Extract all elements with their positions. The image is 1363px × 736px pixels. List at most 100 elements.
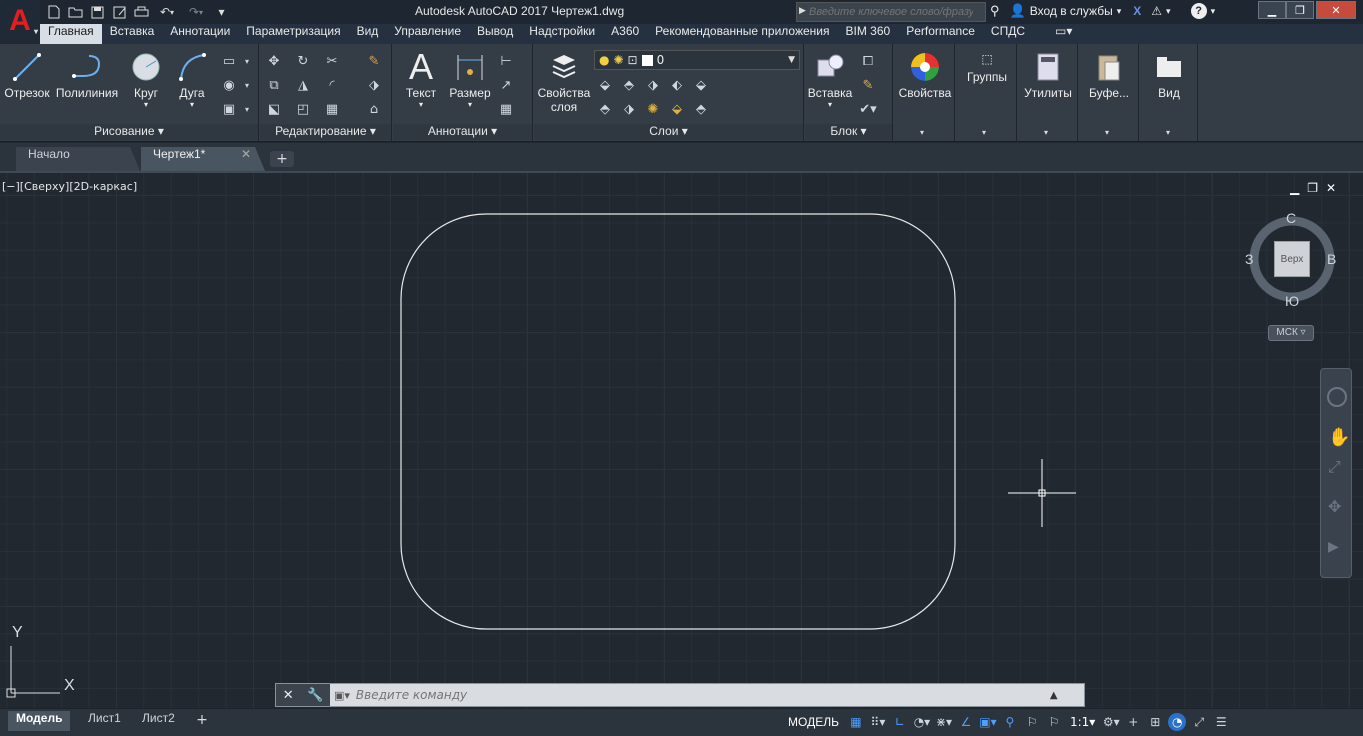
layer-tool-icon[interactable]: ⬗	[644, 76, 662, 94]
grid-icon[interactable]: ▦	[847, 711, 865, 733]
isodraft-icon[interactable]: ⋇▾	[935, 711, 953, 733]
exchange-icon[interactable]: X	[1133, 4, 1141, 18]
workspace-icon[interactable]: ⊞	[1146, 711, 1164, 733]
move-icon[interactable]: ✥	[265, 52, 283, 70]
layer-tool-icon[interactable]: ⬘	[692, 100, 710, 118]
minimize-button[interactable]: ▁	[1258, 1, 1286, 19]
edit-block-icon[interactable]: ✎	[859, 76, 877, 94]
layer-dropdown[interactable]: ● ✺ ⊡ 0 ▼	[594, 50, 800, 70]
annotation-scale-icon[interactable]: ⚲	[1001, 711, 1019, 733]
create-block-icon[interactable]: ⧠	[859, 52, 877, 70]
compass-east[interactable]: В	[1327, 251, 1336, 267]
layer-tool-icon[interactable]: ✺	[644, 100, 662, 118]
dimension-button[interactable]: Размер ▾	[447, 50, 493, 109]
scale-icon[interactable]: ◰	[294, 100, 312, 118]
panel-clipboard[interactable]: Буфе... ▾	[1079, 44, 1139, 142]
close-button[interactable]: ✕	[1316, 1, 1356, 19]
panel-block-title[interactable]: Блок ▾	[805, 124, 892, 140]
binoculars-icon[interactable]: ⚲	[990, 3, 1000, 19]
compass-south[interactable]: Ю	[1285, 293, 1299, 309]
properties-button[interactable]: Свойства	[898, 50, 952, 100]
close-icon[interactable]: ✕	[283, 688, 294, 703]
minimize-icon[interactable]: ▁	[1290, 181, 1299, 195]
gear-icon[interactable]: ⚙▾	[1102, 711, 1120, 733]
new-tab-button[interactable]: +	[270, 151, 294, 167]
view-button[interactable]: Вид	[1142, 50, 1196, 100]
zoom-icon[interactable]: ⤢	[1328, 457, 1341, 477]
array-icon[interactable]: ▦	[323, 100, 341, 118]
region-icon[interactable]: ▣	[220, 100, 238, 118]
customize-qat-icon[interactable]: ▾	[212, 4, 231, 21]
save-icon[interactable]	[88, 4, 107, 21]
erase-icon[interactable]: ✎	[365, 52, 383, 70]
groups-button[interactable]: ⬚ Группы	[960, 50, 1014, 84]
scale-dropdown[interactable]: 1:1 ▾	[1067, 711, 1098, 733]
layer-tool-icon[interactable]: ⬖	[668, 76, 686, 94]
plus-icon[interactable]: +	[1124, 711, 1142, 733]
open-icon[interactable]	[66, 4, 85, 21]
signin-button[interactable]: Вход в службы	[1030, 4, 1113, 18]
annotation-visibility-icon[interactable]: ⚐	[1023, 711, 1041, 733]
print-icon[interactable]	[132, 4, 151, 21]
restore-button[interactable]: ❐	[1286, 1, 1314, 19]
tab-model[interactable]: Модель	[8, 711, 71, 731]
ucs-menu[interactable]: МСК ▿	[1268, 325, 1314, 341]
viewport-controls-label[interactable]: [−][Сверху][2D-каркас]	[2, 180, 137, 193]
compass-north[interactable]: С	[1286, 210, 1296, 226]
search-box[interactable]: ▶	[796, 2, 986, 22]
rectangle-icon[interactable]: ▭	[220, 52, 238, 70]
layer-tool-icon[interactable]: ⬙	[596, 76, 614, 94]
panel-properties[interactable]: Свойства ▾	[894, 44, 955, 142]
redo-icon[interactable]: ↷ ▾	[183, 4, 209, 21]
tab-bim360[interactable]: BIM 360	[838, 24, 899, 44]
tab-spds[interactable]: СПДС	[983, 24, 1033, 44]
draw-dropdown-icon[interactable]: ▾	[238, 100, 256, 118]
panel-view[interactable]: Вид ▾	[1140, 44, 1198, 142]
layer-tool-icon[interactable]: ⬘	[620, 76, 638, 94]
tab-start[interactable]: Начало	[16, 147, 140, 171]
model-space-button[interactable]: МОДЕЛЬ	[784, 711, 843, 733]
tab-insert[interactable]: Вставка	[102, 24, 163, 44]
panel-annotation-title[interactable]: Аннотации ▾	[393, 124, 532, 140]
draw-dropdown-icon[interactable]: ▾	[238, 76, 256, 94]
search-input[interactable]	[797, 3, 973, 21]
tab-output[interactable]: Вывод	[469, 24, 521, 44]
tab-manage[interactable]: Управление	[386, 24, 469, 44]
mirror-icon[interactable]: ◮	[294, 76, 312, 94]
layer-tool-icon[interactable]: ⬙	[668, 100, 686, 118]
line-button[interactable]: Отрезок	[4, 50, 50, 100]
close-icon[interactable]: ✕	[241, 147, 251, 161]
ortho-icon[interactable]: ∟	[891, 711, 909, 733]
leader-icon[interactable]: ↗	[497, 76, 515, 94]
copy-icon[interactable]: ⧉	[265, 76, 283, 94]
osnap-icon[interactable]: ▣▾	[979, 711, 997, 733]
layer-tool-icon[interactable]: ⬘	[596, 100, 614, 118]
tab-layout2[interactable]: Лист2	[134, 711, 183, 731]
viewcube[interactable]: Верх С Ю З В	[1245, 210, 1337, 309]
tab-parametric[interactable]: Параметризация	[238, 24, 348, 44]
application-menu-button[interactable]: A ▾	[0, 0, 40, 42]
user-icon[interactable]: 👤	[1010, 3, 1026, 19]
tab-performance[interactable]: Performance	[898, 24, 983, 44]
new-icon[interactable]	[44, 4, 63, 21]
steering-wheel-icon[interactable]	[1327, 387, 1347, 407]
panel-draw-title[interactable]: Рисование ▾	[0, 124, 258, 140]
undo-icon[interactable]: ↶ ▾	[154, 4, 180, 21]
ribbon-options-button[interactable]: ▭▾	[1047, 24, 1080, 44]
hatch-icon[interactable]: ◉	[220, 76, 238, 94]
panel-groups[interactable]: ⬚ Группы ▾	[956, 44, 1017, 142]
chevron-up-icon[interactable]: ▲	[1050, 690, 1058, 701]
table-icon[interactable]: ▦	[497, 100, 515, 118]
a360-icon[interactable]: ⚠	[1151, 4, 1162, 18]
help-icon[interactable]: ?	[1190, 3, 1207, 19]
insert-block-button[interactable]: Вставка ▾	[807, 50, 853, 109]
save-as-icon[interactable]	[110, 4, 129, 21]
arc-button[interactable]: Дуга ▾	[172, 50, 212, 109]
block-attr-icon[interactable]: ✔▾	[859, 100, 877, 118]
explode-icon[interactable]: ⬗	[365, 76, 383, 94]
isolate-icon[interactable]: ◔	[1168, 713, 1187, 731]
tab-a360[interactable]: A360	[603, 24, 647, 44]
fillet-icon[interactable]: ◜	[323, 76, 341, 94]
text-button[interactable]: A Текст ▾	[401, 46, 441, 109]
polyline-button[interactable]: Полилиния	[54, 50, 120, 100]
